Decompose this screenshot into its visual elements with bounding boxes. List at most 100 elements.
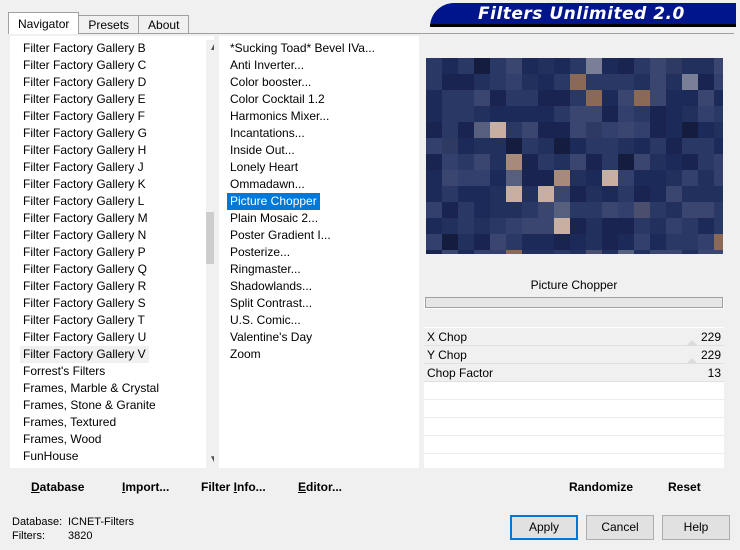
category-item[interactable]: Filter Factory Gallery Q [20, 261, 162, 278]
tab-divider [8, 33, 734, 34]
chop-factor-label: Chop Factor [427, 366, 494, 380]
database-mnemonic: D [31, 480, 40, 494]
y-chop-slider[interactable]: Y Chop 229 [424, 346, 724, 364]
category-item-label: Gradient [20, 465, 72, 468]
tab-navigator[interactable]: Navigator [8, 12, 80, 34]
filter-item[interactable]: Zoom [227, 346, 378, 363]
tab-about[interactable]: About [138, 15, 190, 34]
category-item[interactable]: Filter Factory Gallery K [20, 176, 162, 193]
category-item-label: Filter Factory Gallery C [23, 58, 147, 72]
category-item[interactable]: Filter Factory Gallery F [20, 108, 162, 125]
filter-item[interactable]: Color booster... [227, 74, 378, 91]
filter-item-label: Ringmaster... [230, 262, 301, 276]
category-item-label: Frames, Stone & Granite [23, 398, 156, 412]
filter-item[interactable]: Harmonics Mixer... [227, 108, 378, 125]
filter-item[interactable]: Posterize... [227, 244, 378, 261]
category-item[interactable]: Frames, Stone & Granite [20, 397, 162, 414]
category-item[interactable]: Filter Factory Gallery B [20, 40, 162, 57]
filter-item[interactable]: Lonely Heart [227, 159, 378, 176]
apply-button[interactable]: Apply [510, 515, 578, 540]
filter-item-label: Anti Inverter... [230, 58, 305, 72]
filter-info-prefix: Filter [201, 480, 234, 494]
filter-item-label: *Sucking Toad* Bevel IVa... [230, 41, 375, 55]
filter-item[interactable]: Anti Inverter... [227, 57, 378, 74]
filter-item[interactable]: Shadowlands... [227, 278, 378, 295]
filter-item[interactable]: Ommadawn... [227, 176, 378, 193]
category-item[interactable]: Filter Factory Gallery J [20, 159, 162, 176]
filter-item[interactable]: Incantations... [227, 125, 378, 142]
cancel-button[interactable]: Cancel [586, 515, 654, 540]
category-item[interactable]: Filter Factory Gallery C [20, 57, 162, 74]
category-item-label: Filter Factory Gallery D [23, 75, 147, 89]
category-item[interactable]: Filter Factory Gallery V [20, 346, 162, 363]
filter-item-label: Poster Gradient I... [230, 228, 331, 242]
editor-button[interactable]: Editor... [298, 480, 342, 494]
category-item[interactable]: Filter Factory Gallery S [20, 295, 162, 312]
filter-item[interactable]: Split Contrast... [227, 295, 378, 312]
category-item[interactable]: Filter Factory Gallery M [20, 210, 162, 227]
app-banner: Filters Unlimited 2.0 [430, 3, 736, 27]
category-item[interactable]: FunHouse [20, 448, 162, 465]
category-item[interactable]: Filter Factory Gallery P [20, 244, 162, 261]
x-chop-value: 229 [700, 330, 721, 344]
category-item[interactable]: Frames, Marble & Crystal [20, 380, 162, 397]
category-item[interactable]: Frames, Wood [20, 431, 162, 448]
chop-factor-slider[interactable]: Chop Factor 13 [424, 364, 724, 382]
category-item-label: Filter Factory Gallery M [23, 211, 148, 225]
category-item[interactable]: Filter Factory Gallery E [20, 91, 162, 108]
filters-count-label: Filters: [12, 530, 45, 542]
category-item[interactable]: Gradient [20, 465, 162, 468]
category-item[interactable]: Filter Factory Gallery H [20, 142, 162, 159]
filter-item-label: Inside Out... [230, 143, 295, 157]
category-item[interactable]: Filter Factory Gallery R [20, 278, 162, 295]
filter-item[interactable]: Inside Out... [227, 142, 378, 159]
category-item-label: Filter Factory Gallery T [23, 313, 145, 327]
scrollbar-thumb[interactable] [206, 212, 214, 264]
chevron-down-icon[interactable]: ▼ [206, 452, 214, 468]
category-item[interactable]: Filter Factory Gallery T [20, 312, 162, 329]
filter-item[interactable]: Plain Mosaic 2... [227, 210, 378, 227]
category-item[interactable]: Frames, Textured [20, 414, 162, 431]
filter-info-button[interactable]: Filter Info... [201, 480, 266, 494]
chevron-up-icon[interactable]: ▲ [206, 40, 214, 56]
category-item[interactable]: Filter Factory Gallery N [20, 227, 162, 244]
status-area: Database: ICNET-Filters Filters: 3820 [12, 515, 134, 543]
x-chop-slider[interactable]: X Chop 229 [424, 328, 724, 346]
category-item-label: Frames, Marble & Crystal [23, 381, 160, 395]
filter-item[interactable]: Poster Gradient I... [227, 227, 378, 244]
empty-slider-row [424, 436, 724, 454]
parameter-panel: Picture Chopper X Chop 229 Y Chop 229 Ch… [424, 272, 724, 468]
category-list-panel: Filter Factory Gallery B Filter Factory G… [10, 36, 214, 468]
filter-item[interactable]: Picture Chopper [227, 193, 378, 210]
category-item-label: Frames, Textured [23, 415, 117, 429]
reset-button[interactable]: Reset [668, 480, 701, 494]
database-button[interactable]: Database [31, 480, 84, 494]
filter-item[interactable]: U.S. Comic... [227, 312, 378, 329]
category-item-label: Filter Factory Gallery B [23, 41, 146, 55]
filter-item-label: Zoom [230, 347, 261, 361]
category-item[interactable]: Filter Factory Gallery G [20, 125, 162, 142]
import-button[interactable]: Import... [122, 480, 169, 494]
category-scrollbar[interactable]: ▲ ▼ [206, 40, 214, 468]
category-item[interactable]: Filter Factory Gallery U [20, 329, 162, 346]
filter-list-panel: *Sucking Toad* Bevel IVa... Anti Inverter… [219, 36, 419, 468]
filter-item[interactable]: *Sucking Toad* Bevel IVa... [227, 40, 378, 57]
help-button[interactable]: Help [662, 515, 730, 540]
tab-presets[interactable]: Presets [78, 15, 140, 34]
filter-item[interactable]: Valentine's Day [227, 329, 378, 346]
filter-info-label: nfo... [237, 480, 266, 494]
randomize-button[interactable]: Randomize [569, 480, 633, 494]
filter-item-label: Lonely Heart [230, 160, 299, 174]
category-item[interactable]: Filter Factory Gallery L [20, 193, 162, 210]
category-item-label: Filter Factory Gallery E [23, 92, 146, 106]
category-item[interactable]: Forrest's Filters [20, 363, 162, 380]
filter-item-label: Color Cocktail 1.2 [230, 92, 325, 106]
category-item[interactable]: Filter Factory Gallery D [20, 74, 162, 91]
empty-slider-row [424, 418, 724, 436]
filter-item-label: Split Contrast... [230, 296, 313, 310]
filter-item[interactable]: Ringmaster... [227, 261, 378, 278]
database-status-value: ICNET-Filters [68, 516, 134, 528]
filter-item[interactable]: Color Cocktail 1.2 [227, 91, 378, 108]
navigator-toolbar: Database Import... Filter Info... Editor… [10, 474, 420, 500]
empty-slider-row [424, 400, 724, 418]
